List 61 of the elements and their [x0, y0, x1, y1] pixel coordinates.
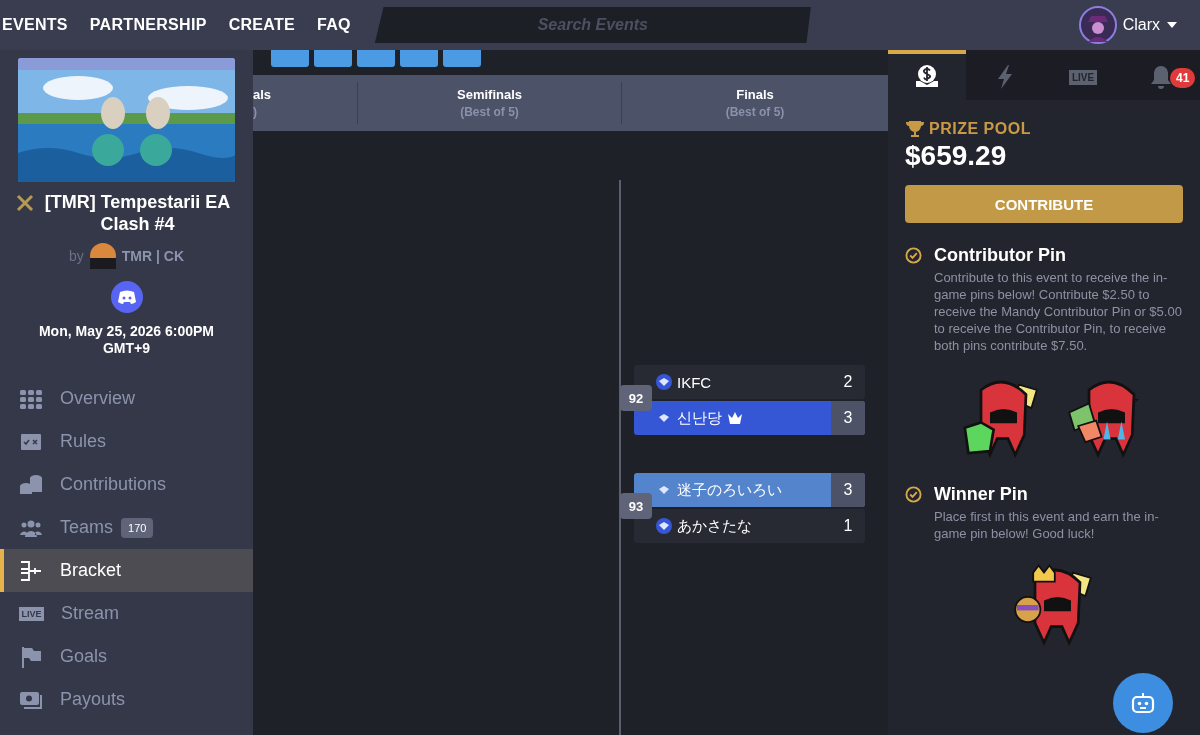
- organizer-name[interactable]: TMR | CK: [121, 248, 184, 264]
- by-label: by: [68, 248, 84, 264]
- team-name: あかさたな: [677, 516, 752, 536]
- round-title: Finals: [736, 87, 774, 102]
- sidebar-item[interactable]: Teams 170: [0, 506, 253, 549]
- avatar-icon[interactable]: [1078, 6, 1117, 44]
- sidebar-item[interactable]: Contributions: [0, 463, 253, 506]
- pin-title: Winner Pin: [934, 484, 1029, 505]
- organizer-avatar-icon: [89, 243, 116, 269]
- sidebar-item[interactable]: Bracket: [0, 549, 253, 592]
- round-subtitle: ): [253, 105, 257, 119]
- crossed-swords-icon: [16, 194, 34, 212]
- notification-badge: 41: [1170, 68, 1196, 88]
- round-subtitle: (Best of 5): [460, 105, 519, 119]
- search-box[interactable]: Search Events: [374, 7, 811, 43]
- team-score: 3: [831, 401, 865, 435]
- user-name[interactable]: Clarx: [1122, 16, 1160, 34]
- team-score: 1: [842, 516, 854, 536]
- pin-description: Contribute to this event to receive the in-game pins below! Contribute $2.50 to receive the Mandy Contributor Pin or $5.00 to receive the Contributor Pin, to receive both pins contribute $7.50.: [934, 269, 1183, 354]
- coins-icon: [19, 472, 43, 497]
- live-icon: LIVE: [1069, 69, 1097, 85]
- nav-link[interactable]: EVENTS: [2, 16, 68, 34]
- round-title: Semifinals: [457, 87, 522, 102]
- prize-pool-label: PRIZE POOL: [929, 120, 1031, 138]
- sidebar-item[interactable]: Overview: [0, 377, 253, 420]
- bracket-icon: [19, 558, 43, 583]
- live-icon: LIVE: [19, 606, 44, 621]
- panel-tab[interactable]: [888, 50, 966, 100]
- pin-description: Place first in this event and earn the in-game pin below! Good luck!: [934, 508, 1160, 542]
- team-score: 3: [831, 473, 865, 507]
- caret-icon[interactable]: [1166, 21, 1178, 29]
- event-date: Mon, May 25, 2026 6:00PM GMT+9: [37, 323, 216, 357]
- team-logo-icon: [656, 518, 672, 534]
- team-name: IKFC: [677, 373, 712, 391]
- check-circle-icon: [905, 247, 922, 264]
- pin-title: Contributor Pin: [934, 245, 1067, 266]
- team-score: 2: [842, 372, 854, 392]
- team-name: 신난당: [677, 408, 722, 428]
- check-circle-icon: [905, 486, 922, 503]
- sidebar-item[interactable]: Payouts: [0, 678, 253, 721]
- nav-link[interactable]: PARTNERSHIP: [89, 16, 207, 34]
- sidebar-item[interactable]: LIVE Stream: [0, 592, 253, 635]
- panel-tab[interactable]: 41: [1122, 50, 1200, 100]
- nav-link[interactable]: FAQ: [317, 16, 351, 34]
- prize-amount: $659.29: [905, 140, 1008, 172]
- match-number: 93: [620, 493, 652, 519]
- round-title: als: [253, 87, 272, 102]
- team-logo-icon: [656, 374, 672, 390]
- discord-icon[interactable]: [110, 281, 143, 313]
- sidebar-item[interactable]: Goals: [0, 635, 253, 678]
- team-name: 迷子のろいろい: [677, 480, 782, 500]
- flag-icon: [19, 644, 43, 669]
- nav-link[interactable]: CREATE: [228, 16, 296, 34]
- round-subtitle: (Best of 5): [725, 105, 785, 119]
- trophy-icon: [905, 120, 925, 138]
- robot-icon: [1130, 691, 1156, 715]
- search-field[interactable]: Search Events: [374, 15, 811, 35]
- sidebar-item[interactable]: Rules: [0, 420, 253, 463]
- event-title: [TMR] Tempestarii EA Clash #4: [43, 191, 232, 235]
- count-badge: 170: [121, 517, 154, 538]
- match-number: 92: [620, 385, 652, 411]
